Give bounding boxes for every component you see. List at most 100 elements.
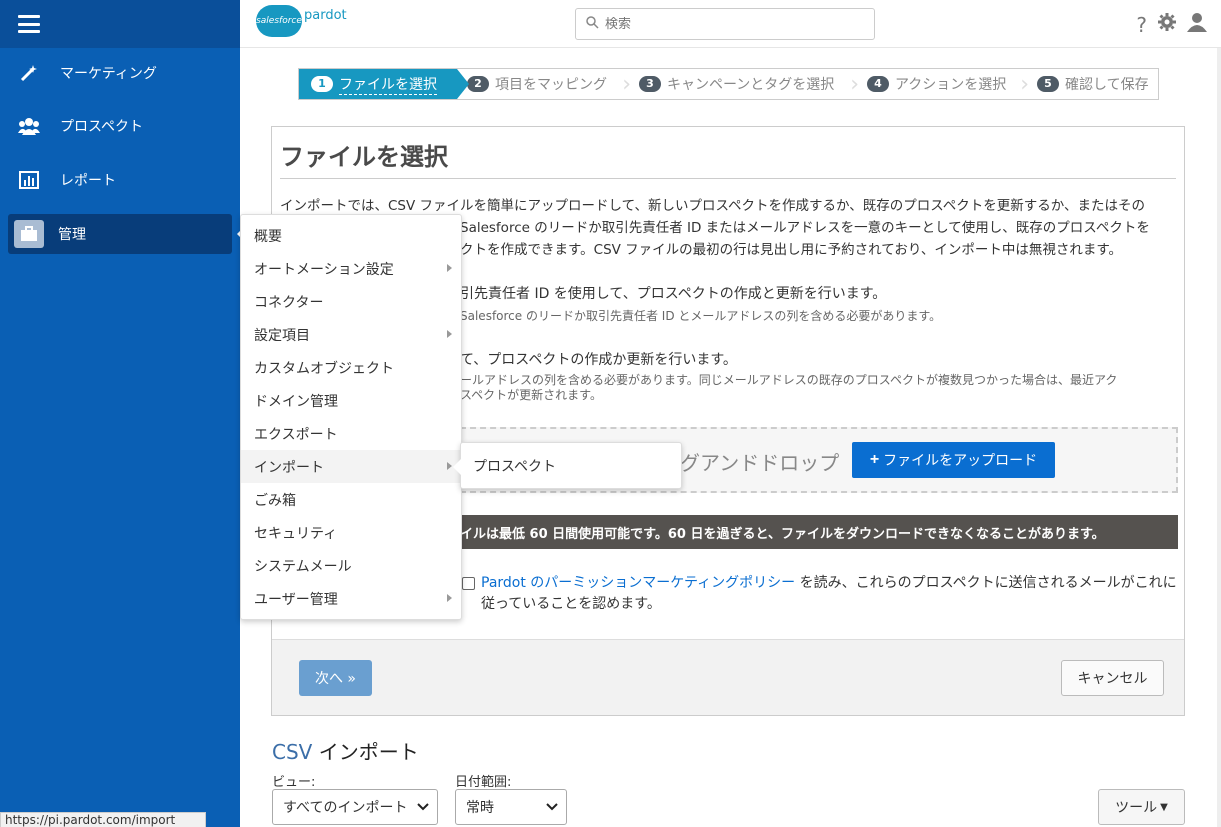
search-box[interactable] — [575, 8, 875, 40]
step-number: 1 — [311, 76, 333, 92]
submenu-arrow-icon — [447, 594, 452, 602]
step-number: 3 — [639, 76, 661, 92]
consent-checkbox[interactable] — [462, 577, 475, 590]
heading-main: インポート — [318, 740, 419, 764]
sidebar-item-admin[interactable]: 管理 — [8, 214, 244, 254]
menu-item-security[interactable]: セキュリティ — [241, 516, 461, 549]
plus-icon: + — [869, 451, 880, 468]
step-number: 5 — [1037, 76, 1059, 92]
option-crm-id[interactable]: 引先責任者 ID を使用して、プロスペクトの作成と更新を行います。 — [460, 283, 886, 303]
date-range-label: 日付範囲: — [455, 775, 512, 790]
caret-down-icon: ▼ — [1160, 801, 1168, 813]
sidebar-item-reports[interactable]: レポート — [8, 160, 232, 200]
file-retention-warning: イルは最低 60 日間使用可能です。60 日を過ぎると、ファイルをダウンロードで… — [460, 515, 1178, 549]
gear-icon[interactable] — [1157, 12, 1177, 37]
menu-item-automation-settings[interactable]: オートメーション設定 — [241, 252, 461, 285]
sidebar-item-label: プロスペクト — [60, 119, 144, 135]
wizard-step-4[interactable]: 4 アクションを選択 › — [855, 69, 1029, 99]
pardot-logo[interactable]: salesforce pardot — [256, 5, 347, 37]
briefcase-icon — [14, 220, 44, 248]
import-wizard-steps: 1 ファイルを選択 2 項目をマッピング › 3 キャンペーンとタグを選択 › … — [298, 68, 1159, 100]
menu-item-export[interactable]: エクスポート — [241, 417, 461, 450]
sidebar-header — [0, 0, 240, 48]
cancel-button[interactable]: キャンセル — [1061, 660, 1164, 696]
menu-item-recycle-bin[interactable]: ごみ箱 — [241, 483, 461, 516]
tools-button[interactable]: ツール ▼ — [1098, 789, 1185, 825]
date-range-select[interactable]: 常時 — [455, 789, 567, 825]
menu-item-domain-management[interactable]: ドメイン管理 — [241, 384, 461, 417]
submenu-item-label: プロスペクト — [473, 458, 557, 475]
option-crm-id-desc: Salesforce のリードか取引先責任者 ID とメールアドレスの列を含める… — [460, 309, 942, 323]
wizard-step-3[interactable]: 3 キャンペーンとタグを選択 › — [627, 69, 859, 99]
menu-item-configuration[interactable]: 設定項目 — [241, 318, 461, 351]
help-icon[interactable]: ? — [1136, 13, 1147, 37]
sidebar-item-label: 管理 — [58, 227, 86, 243]
sidebar-item-marketing[interactable]: マーケティング — [8, 53, 232, 93]
wizard-step-2[interactable]: 2 項目をマッピング › — [457, 69, 631, 99]
import-submenu-prospects[interactable]: プロスペクト — [453, 442, 682, 489]
page-scrollbar[interactable] — [1217, 48, 1221, 827]
option-email[interactable]: て、プロスペクトの作成か更新を行います。 — [460, 349, 737, 369]
view-label: ビュー: — [272, 775, 316, 790]
menu-item-label: オートメーション設定 — [254, 261, 394, 278]
menu-item-overview[interactable]: 概要 — [241, 219, 461, 252]
wand-icon — [18, 62, 40, 84]
submenu-arrow-icon — [447, 330, 452, 338]
step-label: ファイルを選択 — [339, 74, 437, 95]
user-icon[interactable] — [1187, 12, 1207, 37]
chevron-down-icon — [546, 799, 558, 815]
menu-item-import[interactable]: インポート — [241, 450, 461, 483]
top-icons: ? — [1136, 12, 1207, 37]
status-url: https://pi.pardot.com/import — [0, 812, 206, 827]
upload-button-label: ファイルをアップロード — [883, 452, 1038, 468]
permission-policy-link[interactable]: Pardot のパーミッションマーケティングポリシー — [481, 575, 795, 591]
wizard-step-1[interactable]: 1 ファイルを選択 — [299, 69, 469, 99]
panel-footer: 次へ » キャンセル — [272, 639, 1184, 715]
menu-item-label: コネクター — [254, 294, 324, 311]
logo-text: pardot — [304, 7, 347, 23]
dropzone-text: グアンドドロップ — [680, 451, 840, 475]
menu-item-connectors[interactable]: コネクター — [241, 285, 461, 318]
menu-item-label: 概要 — [254, 228, 282, 245]
hamburger-menu-icon[interactable] — [18, 15, 40, 33]
desc-line: ールアドレスの列を含める必要があります。同じメールアドレスの既存のプロスペクトが… — [460, 373, 1118, 387]
step-number: 4 — [867, 76, 889, 92]
sidebar-item-label: レポート — [60, 173, 116, 189]
menu-item-label: インポート — [254, 459, 324, 476]
salesforce-cloud-logo: salesforce — [256, 5, 302, 37]
submenu-arrow-icon — [447, 462, 452, 470]
next-button[interactable]: 次へ » — [299, 660, 372, 696]
step-label: 項目をマッピング — [495, 77, 607, 93]
consent-text: Pardot のパーミッションマーケティングポリシー を読み、これらのプロスペク… — [481, 573, 1178, 615]
page-title: ファイルを選択 — [280, 137, 1176, 179]
admin-dropdown-menu: 概要 オートメーション設定 コネクター 設定項目 カスタムオブジェクト ドメイン… — [240, 214, 462, 620]
menu-item-system-emails[interactable]: システムメール — [241, 549, 461, 582]
search-input[interactable] — [605, 16, 855, 32]
tools-label: ツール — [1115, 800, 1158, 816]
submenu-arrow-icon — [447, 264, 452, 272]
menu-item-user-management[interactable]: ユーザー管理 — [241, 582, 461, 615]
view-select[interactable]: すべてのインポート — [272, 789, 438, 825]
desc-line: スペクトが更新されます。 — [460, 388, 602, 402]
chart-icon — [18, 169, 40, 191]
consent-row: Pardot のパーミッションマーケティングポリシー を読み、これらのプロスペク… — [462, 573, 1178, 615]
people-icon — [18, 115, 40, 137]
step-label: アクションを選択 — [895, 77, 1007, 93]
menu-item-label: エクスポート — [254, 426, 338, 443]
top-bar: salesforce pardot ? — [240, 0, 1221, 48]
menu-item-label: セキュリティ — [254, 525, 338, 542]
step-label: 確認して保存 — [1065, 77, 1149, 93]
view-select-value: すべてのインポート — [283, 800, 408, 816]
search-icon — [586, 15, 599, 33]
sidebar-item-prospects[interactable]: プロスペクト — [8, 106, 232, 146]
menu-item-label: ドメイン管理 — [254, 393, 338, 410]
menu-item-label: ごみ箱 — [254, 492, 296, 509]
heading-prefix: CSV — [272, 740, 319, 764]
menu-item-label: ユーザー管理 — [254, 591, 338, 608]
wizard-step-5[interactable]: 5 確認して保存 — [1025, 69, 1158, 99]
upload-file-button[interactable]: + ファイルをアップロード — [852, 442, 1055, 478]
date-select-value: 常時 — [466, 800, 494, 816]
menu-item-custom-objects[interactable]: カスタムオブジェクト — [241, 351, 461, 384]
menu-item-label: カスタムオブジェクト — [254, 360, 394, 377]
sidebar: マーケティング プロスペクト レポート 管理 — [0, 0, 244, 827]
